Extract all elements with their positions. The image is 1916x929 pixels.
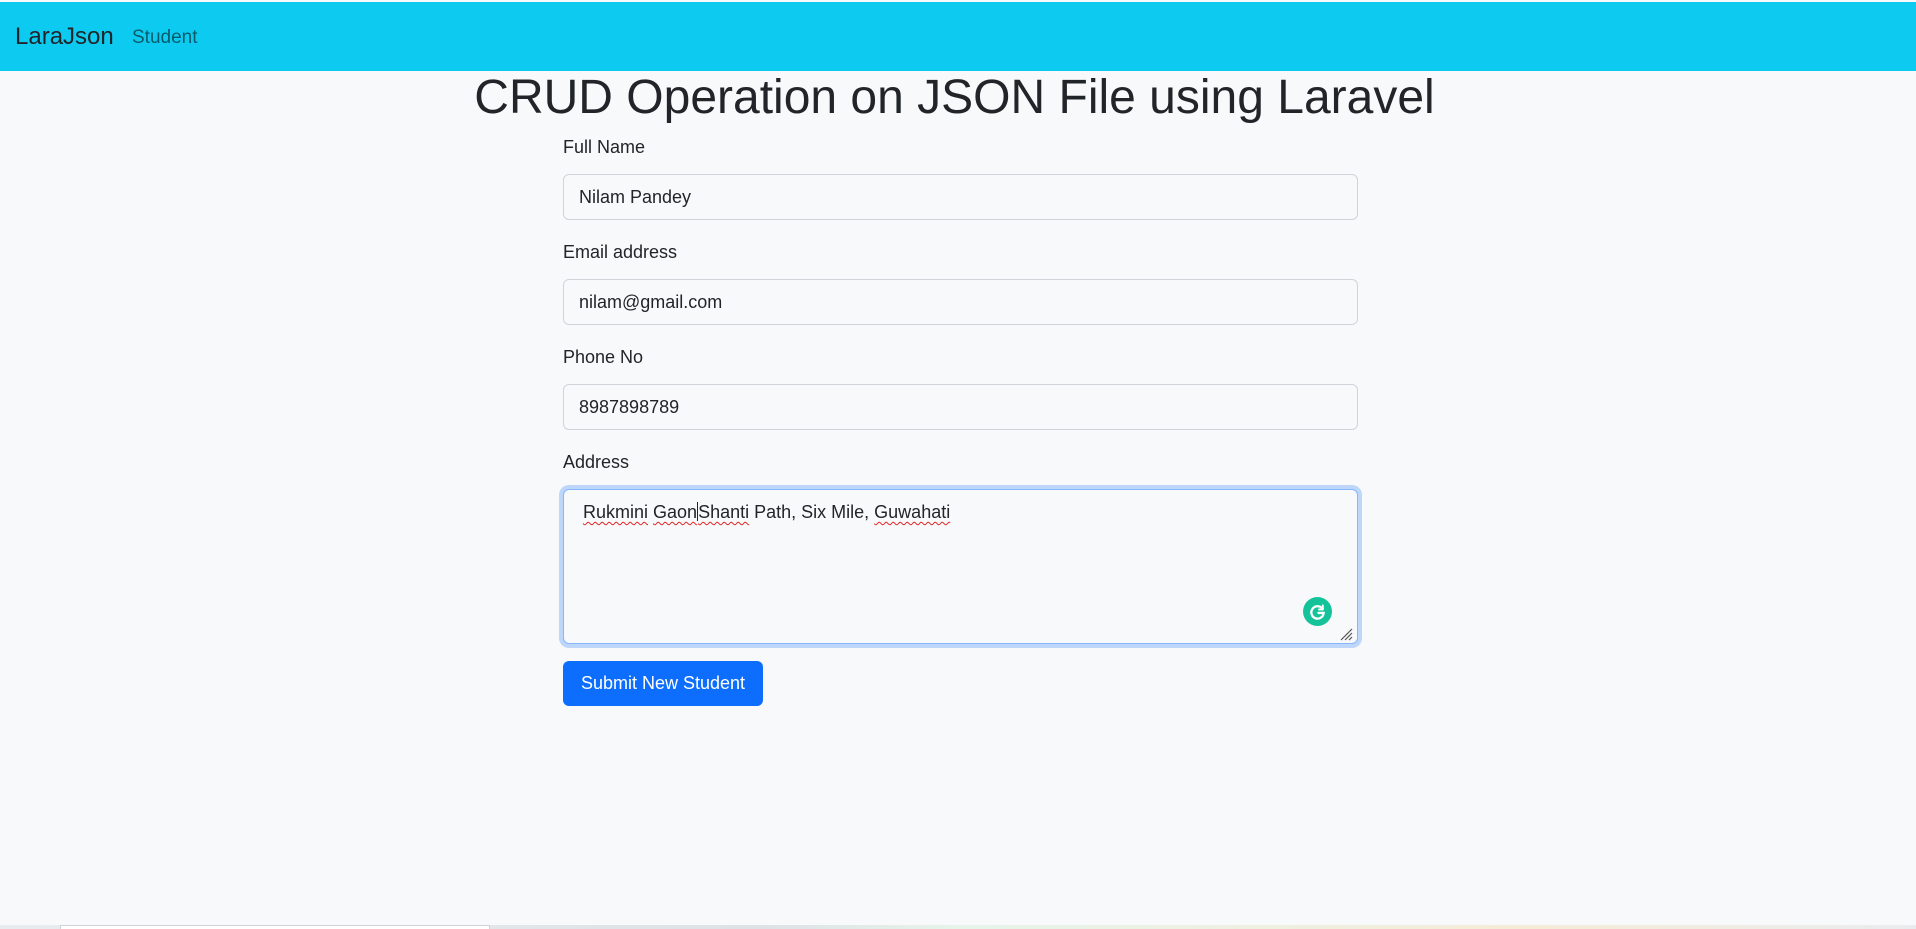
address-text: Path, Six Mile, (749, 502, 875, 522)
full-name-label: Full Name (563, 137, 646, 157)
phone-group: Phone No 8987898789 (563, 345, 1358, 430)
address-label: Address (563, 452, 630, 472)
bottom-tab-edge (60, 925, 490, 929)
address-word: Rukmini (583, 502, 649, 522)
email-group: Email address nilam@gmail.com (563, 240, 1358, 325)
phone-label: Phone No (563, 347, 644, 367)
full-name-input[interactable]: Nilam Pandey (563, 174, 1358, 220)
address-group: Address Rukmini GaonShanti Path, Six Mil… (563, 450, 1358, 644)
nav-link-student[interactable]: Student (132, 26, 198, 50)
grammarly-icon[interactable] (1303, 597, 1332, 626)
address-word: Guwahati (874, 502, 951, 522)
navbar: LaraJson Student (0, 2, 1916, 71)
email-input[interactable]: nilam@gmail.com (563, 279, 1358, 325)
full-name-group: Full Name Nilam Pandey (563, 135, 1358, 220)
submit-new-student-button[interactable]: Submit New Student (563, 661, 763, 706)
address-word: Shanti (698, 502, 750, 522)
page-title: CRUD Operation on JSON File using Larave… (474, 71, 1435, 124)
resize-handle-icon[interactable] (1339, 625, 1353, 641)
address-word: Gaon (653, 502, 698, 522)
email-label: Email address (563, 242, 678, 262)
address-textarea[interactable]: Rukmini GaonShanti Path, Six Mile, Guwah… (563, 489, 1358, 644)
phone-input[interactable]: 8987898789 (563, 384, 1358, 430)
navbar-brand[interactable]: LaraJson (15, 22, 114, 52)
